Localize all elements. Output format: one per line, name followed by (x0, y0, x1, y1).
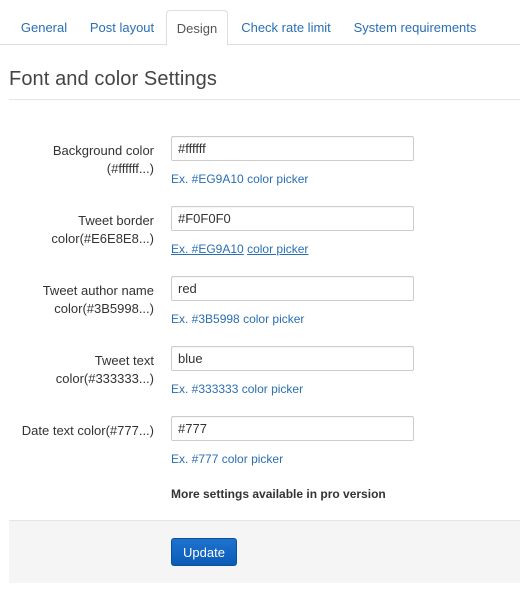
tweet-border-color-hint: Ex. #EG9A10 color picker (171, 242, 308, 256)
tweet-author-color-example: Ex. #3B5998 (171, 312, 240, 326)
tweet-text-color-example: Ex. #333333 (171, 382, 239, 396)
tweet-border-color-picker-link[interactable]: color picker (247, 242, 308, 256)
date-text-color-example: Ex. #777 (171, 452, 219, 466)
pro-version-note: More settings available in pro version (171, 487, 386, 501)
tweet-text-color-hint: Ex. #333333 color picker (171, 382, 303, 396)
form-footer (9, 520, 520, 583)
tweet-author-color-picker-link[interactable]: color picker (243, 312, 304, 326)
tab-general[interactable]: General (9, 10, 79, 45)
tweet-border-color-input[interactable] (171, 206, 414, 231)
tweet-text-color-input[interactable] (171, 346, 414, 371)
background-color-input[interactable] (171, 136, 414, 161)
title-divider (9, 99, 520, 100)
page-title: Font and color Settings (9, 68, 217, 90)
update-button[interactable]: Update (171, 538, 237, 566)
tweet-author-color-hint: Ex. #3B5998 color picker (171, 312, 304, 326)
tab-post-layout[interactable]: Post layout (81, 10, 163, 45)
background-color-example: Ex. #EG9A10 (171, 172, 244, 186)
tab-bar: General Post layout Design Check rate li… (0, 0, 520, 46)
tweet-text-color-label: Tweet text color(#333333...) (55, 353, 154, 386)
tweet-border-color-example: Ex. #EG9A10 (171, 242, 244, 256)
tweet-text-color-picker-link[interactable]: color picker (242, 382, 303, 396)
tab-system-requirements[interactable]: System requirements (345, 10, 485, 45)
tweet-border-color-label: Tweet border color(#E6E8E8...) (51, 213, 154, 246)
tweet-author-color-input[interactable] (171, 276, 414, 301)
background-color-picker-link[interactable]: color picker (247, 172, 308, 186)
background-color-hint: Ex. #EG9A10 color picker (171, 172, 308, 186)
date-text-color-hint: Ex. #777 color picker (171, 452, 283, 466)
tab-design[interactable]: Design (166, 10, 228, 46)
background-color-label: Background color (#ffffff...) (52, 143, 154, 176)
date-text-color-label: Date text color(#777...) (21, 423, 154, 438)
date-text-color-input[interactable] (171, 416, 414, 441)
date-text-color-picker-link[interactable]: color picker (222, 452, 283, 466)
settings-page: General Post layout Design Check rate li… (0, 0, 520, 608)
tweet-author-color-label: Tweet author name color(#3B5998...) (42, 283, 154, 316)
tab-check-rate-limit[interactable]: Check rate limit (231, 10, 341, 45)
